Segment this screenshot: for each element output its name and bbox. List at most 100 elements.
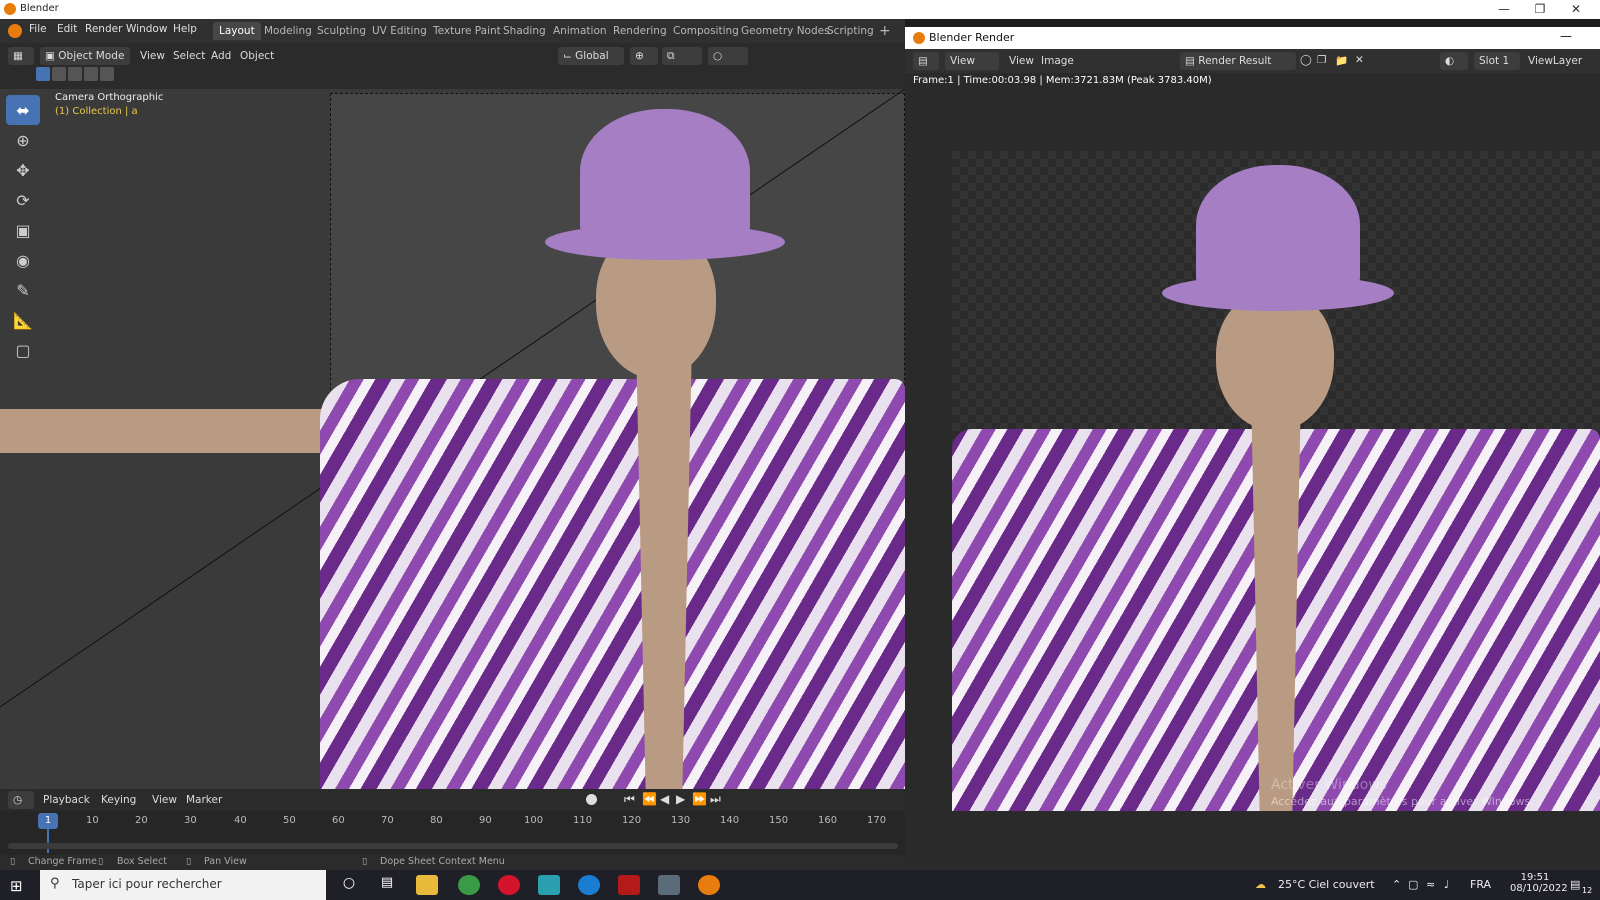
taskbar-search[interactable]: ⚲ Taper ici pour rechercher <box>40 870 326 900</box>
select-intersect-icon[interactable] <box>100 67 114 81</box>
timeline-scrollbar[interactable] <box>8 843 898 849</box>
pdf-app-icon[interactable] <box>618 875 640 895</box>
3d-viewport[interactable]: ⬌ ⊕ ✥ ⟳ ▣ ◉ ✎ 📐 ▢ Camera Orthographic (1… <box>0 89 905 789</box>
orientation-label: Global <box>575 50 609 62</box>
app-m-icon[interactable] <box>538 875 560 895</box>
tab-rendering[interactable]: Rendering <box>607 22 673 40</box>
transform-icon[interactable]: ◉ <box>6 245 40 275</box>
tab-sculpting[interactable]: Sculpting <box>311 22 372 40</box>
tray-chevron-icon[interactable]: ⌃ <box>1392 878 1401 891</box>
annotate-icon[interactable]: ✎ <box>6 275 40 305</box>
menu-render[interactable]: Render <box>85 23 122 35</box>
proportional-edit-icon[interactable]: ○ <box>708 47 748 65</box>
image-icon: ▤ <box>1185 55 1195 67</box>
menu-window[interactable]: Window <box>126 23 167 35</box>
record-icon[interactable] <box>586 794 597 805</box>
select-subtract-icon[interactable] <box>68 67 82 81</box>
cortana-icon[interactable]: ○ <box>338 875 360 895</box>
mouse-context-icon: ▯ <box>362 856 368 867</box>
windows-start-icon[interactable]: ⊞ <box>10 877 23 895</box>
tray-device-icon[interactable]: ▢ <box>1408 878 1418 891</box>
new-image-icon[interactable]: ❐ <box>1317 54 1326 66</box>
wifi-icon[interactable]: ≈ <box>1426 878 1435 891</box>
tab-compositing[interactable]: Compositing <box>667 22 745 40</box>
tab-modeling[interactable]: Modeling <box>258 22 318 40</box>
vp-menu-add[interactable]: Add <box>211 50 231 62</box>
tab-texture-paint[interactable]: Texture Paint <box>427 22 507 40</box>
fake-user-icon[interactable]: ◯ <box>1300 54 1312 66</box>
vp-menu-select[interactable]: Select <box>173 50 205 62</box>
add-cube-icon[interactable]: ▢ <box>6 335 40 365</box>
app-c-icon[interactable] <box>578 875 600 895</box>
frame-tick: 10 <box>86 815 99 826</box>
clock[interactable]: 19:51 08/10/2022 <box>1510 872 1568 894</box>
close-icon[interactable]: ✕ <box>1558 0 1594 19</box>
timeline-view-menu[interactable]: View <box>152 794 177 806</box>
image-editor-icon[interactable]: ▤ <box>913 52 939 70</box>
tab-scripting[interactable]: Scripting <box>821 22 880 40</box>
view-layer-label[interactable]: ViewLayer <box>1528 55 1582 67</box>
minimize-icon[interactable]: — <box>1486 0 1522 19</box>
cursor-icon[interactable]: ⊕ <box>6 125 40 155</box>
render-view[interactable]: Frame:1 | Time:00:03.98 | Mem:3721.83M (… <box>905 73 1600 870</box>
view-mode-dropdown[interactable]: View <box>945 52 999 70</box>
menu-help[interactable]: Help <box>173 23 197 35</box>
orientation-dropdown[interactable]: ⌙ Global <box>558 47 624 65</box>
weather-text[interactable]: 25°C Ciel couvert <box>1278 878 1375 891</box>
open-image-icon[interactable]: 📁 <box>1335 54 1348 67</box>
next-keyframe-icon[interactable]: ⏩ <box>692 792 707 806</box>
image-browse-field[interactable]: ▤ Render Result <box>1180 52 1296 70</box>
language-indicator[interactable]: FRA <box>1470 878 1491 891</box>
add-workspace-icon[interactable]: + <box>873 22 897 40</box>
jump-start-icon[interactable]: ⏮ <box>624 792 635 807</box>
select-new-icon[interactable] <box>36 67 50 81</box>
menu-file[interactable]: File <box>29 23 47 35</box>
pivot-icon[interactable]: ⊕ <box>630 47 658 65</box>
timeline-body[interactable]: 1 10 20 30 40 50 60 70 80 90 100 110 120… <box>0 811 905 855</box>
clock-time: 19:51 <box>1520 872 1550 883</box>
mode-dropdown[interactable]: ▣ Object Mode ▾ <box>40 47 130 80</box>
timeline-playback-menu[interactable]: Playback <box>43 794 90 806</box>
file-explorer-icon[interactable] <box>416 875 438 895</box>
blender-taskbar-icon[interactable] <box>698 875 720 895</box>
opera-icon[interactable] <box>498 875 520 895</box>
move-icon[interactable]: ✥ <box>6 155 40 185</box>
notifications-icon[interactable]: ▤ <box>1570 878 1580 891</box>
display-channels-icon[interactable]: ◐ <box>1440 52 1468 70</box>
tab-animation[interactable]: Animation <box>547 22 613 40</box>
timeline-keying-menu[interactable]: Keying <box>101 794 136 806</box>
prev-keyframe-icon[interactable]: ⏪ <box>642 792 657 806</box>
jump-end-icon[interactable]: ⏭ <box>710 792 721 807</box>
play-reverse-icon[interactable]: ◀ <box>660 792 669 806</box>
menu-edit[interactable]: Edit <box>57 23 77 35</box>
unlink-image-icon[interactable]: ✕ <box>1355 54 1364 66</box>
tab-shading[interactable]: Shading <box>497 22 552 40</box>
vp-menu-view[interactable]: View <box>140 50 165 62</box>
render-minimize-icon[interactable]: — <box>1560 29 1572 43</box>
character-shirt <box>320 379 905 789</box>
volume-icon[interactable]: ♩ <box>1444 878 1449 891</box>
vp-menu-object[interactable]: Object <box>240 50 274 62</box>
render-menu-view[interactable]: View <box>1009 55 1034 67</box>
scale-icon[interactable]: ▣ <box>6 215 40 245</box>
tab-uv-editing[interactable]: UV Editing <box>366 22 433 40</box>
render-menu-image[interactable]: Image <box>1041 55 1074 67</box>
restore-icon[interactable]: ❐ <box>1522 0 1558 19</box>
editor-type-icon[interactable]: ▦ <box>8 47 34 65</box>
select-extend-icon[interactable] <box>52 67 66 81</box>
play-icon[interactable]: ▶ <box>676 792 685 806</box>
slot-dropdown[interactable]: Slot 1 <box>1474 52 1520 70</box>
current-frame-marker[interactable]: 1 <box>38 813 58 829</box>
tab-layout[interactable]: Layout <box>213 22 261 40</box>
timeline-editor-icon[interactable]: ◷ <box>8 791 34 809</box>
timeline-marker-menu[interactable]: Marker <box>186 794 222 806</box>
blender-menu-icon[interactable] <box>8 24 22 38</box>
task-view-icon[interactable]: ▤ <box>376 875 398 895</box>
select-invert-icon[interactable] <box>84 67 98 81</box>
snap-icon[interactable]: ⧉ <box>662 47 702 65</box>
app-window-icon[interactable] <box>658 875 680 895</box>
rotate-icon[interactable]: ⟳ <box>6 185 40 215</box>
select-box-icon[interactable]: ⬌ <box>6 95 40 125</box>
chrome-icon[interactable] <box>458 875 480 895</box>
measure-icon[interactable]: 📐 <box>6 305 40 335</box>
